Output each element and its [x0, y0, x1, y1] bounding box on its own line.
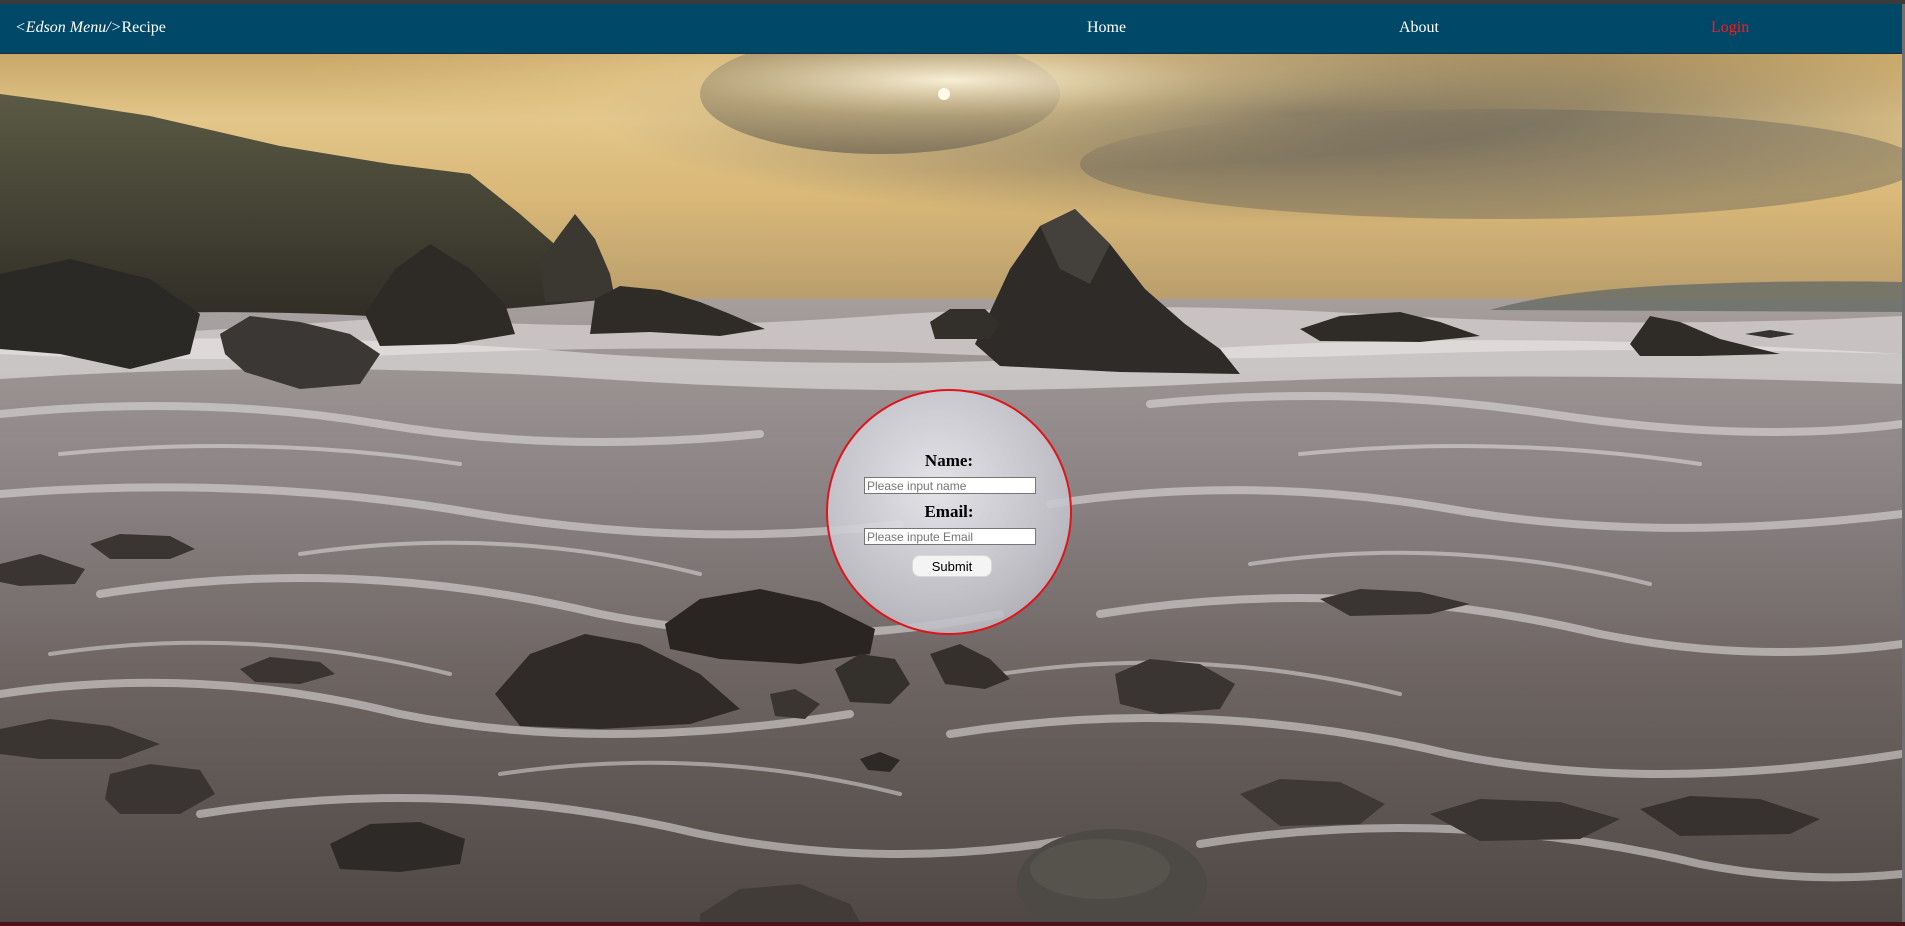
window-bottom-border — [0, 922, 1905, 926]
nav-link-home[interactable]: Home — [1087, 19, 1126, 37]
name-label: Name: — [924, 451, 974, 470]
nav-link-login[interactable]: Login — [1711, 19, 1749, 37]
brand-logo[interactable]: <Edson Menu/>Recipe — [15, 19, 166, 37]
nav-link-about[interactable]: About — [1399, 19, 1439, 37]
email-input[interactable] — [864, 528, 1036, 545]
navbar: <Edson Menu/>Recipe Home About Login — [0, 4, 1902, 54]
page: <Edson Menu/>Recipe Home About Login Nam… — [0, 0, 1905, 926]
submit-button[interactable]: Submit — [912, 555, 992, 577]
brand-italic: <Edson Menu/> — [15, 19, 122, 36]
email-label: Email: — [924, 502, 974, 521]
signup-form: Name: Email: Submit — [826, 389, 1072, 635]
brand-text: Recipe — [121, 19, 166, 36]
name-input[interactable] — [864, 477, 1036, 494]
